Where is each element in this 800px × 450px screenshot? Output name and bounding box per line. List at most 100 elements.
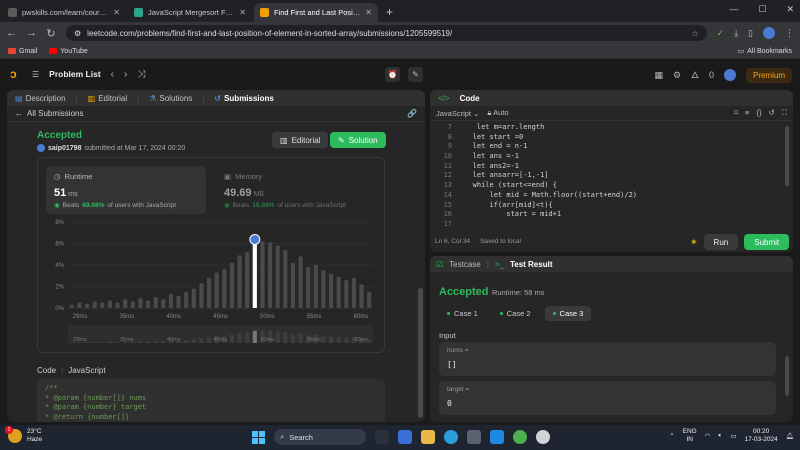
editorial-button[interactable]: ▥ Editorial (272, 132, 329, 148)
bar[interactable] (275, 245, 280, 308)
bar-highlight[interactable] (252, 243, 257, 309)
tab-description[interactable]: ▤ Description (15, 94, 66, 103)
bar[interactable] (245, 252, 250, 308)
bar[interactable] (161, 299, 166, 308)
bookmark-star-icon[interactable]: ☆ (691, 29, 698, 38)
list-icon[interactable]: ☰ (32, 70, 39, 79)
bar[interactable] (84, 303, 90, 308)
close-icon[interactable]: ✕ (113, 8, 120, 17)
bar[interactable] (367, 291, 372, 308)
runtime-card[interactable]: ◷ Runtime 51 ms ◉ Beats 69.08% of users with … (46, 166, 206, 214)
problem-list-link[interactable]: Problem List (49, 69, 100, 79)
download-icon[interactable]: ⤓ (734, 28, 738, 39)
tab-testcase[interactable]: Testcase (449, 260, 481, 269)
close-icon[interactable]: ✕ (239, 8, 246, 17)
extension-icon[interactable]: ✓ (717, 28, 725, 39)
tab-editorial[interactable]: ▥ Editorial (88, 94, 127, 103)
edge-icon[interactable] (444, 430, 458, 444)
close-icon[interactable]: ✕ (365, 8, 372, 17)
sidepanel-icon[interactable]: ▯ (748, 28, 753, 39)
wifi-icon[interactable]: ◠ (705, 432, 711, 440)
battery-icon[interactable]: ▭ (730, 432, 736, 440)
user-avatar[interactable] (723, 69, 736, 81)
back-arrow-icon[interactable]: ← (15, 109, 23, 118)
bar[interactable] (237, 255, 242, 308)
link-icon[interactable]: 🔗 (407, 109, 417, 118)
bar[interactable] (69, 304, 74, 308)
code-editor[interactable]: 7 let m=arr.length 8 let start =0 9 let en… (430, 123, 793, 231)
bar[interactable] (260, 241, 265, 308)
braces-icon[interactable]: {} (756, 108, 761, 118)
bar[interactable] (145, 300, 151, 308)
run-button[interactable]: Run (703, 234, 739, 250)
site-info-icon[interactable]: ⚙ (74, 29, 81, 38)
file-explorer-icon[interactable] (421, 430, 435, 444)
bar[interactable] (130, 301, 135, 308)
bar[interactable] (283, 249, 288, 308)
tab-test-result[interactable]: Test Result (510, 260, 553, 269)
runtime-distribution-chart[interactable]: 8% 6% 4% 2% 0% 29ms 35ms 40ms 45ms 50ms 55ms 60ms 29… (38, 216, 386, 352)
bar[interactable] (168, 294, 174, 308)
timer-icon[interactable]: ⏰ (385, 67, 400, 82)
avatar[interactable] (37, 144, 45, 152)
bookmark-gmail[interactable]: Gmail (8, 48, 37, 55)
code-line[interactable]: 10 let ans =-1 (430, 152, 793, 162)
notes-icon[interactable]: ✎ (408, 67, 423, 82)
format-icon[interactable]: ≡ (745, 108, 749, 118)
bar[interactable] (115, 302, 120, 308)
browser-tab-2[interactable]: JavaScript Mergesort Function ✕ (128, 3, 252, 22)
bar[interactable] (321, 270, 326, 308)
bar[interactable] (123, 299, 128, 308)
bar[interactable] (306, 267, 311, 308)
scrollbar[interactable] (418, 288, 423, 418)
case-tab-1[interactable]: Case 1 (439, 306, 486, 321)
browser-tab-1[interactable]: pwskills.com/learn/course/full-s ✕ (2, 3, 126, 22)
code-line[interactable]: 9 let end = n-1 (430, 142, 793, 152)
code-line[interactable]: 11 let ans2=-1 (430, 162, 793, 172)
scrollbar[interactable] (785, 356, 789, 396)
case-tab-2[interactable]: Case 2 (492, 306, 539, 321)
fire-icon[interactable]: 🜂 (691, 66, 699, 84)
bar[interactable] (206, 277, 212, 308)
memory-card[interactable]: ▣ Memory 49.69 MB ◉ Beats 18.98% of users wit… (216, 166, 376, 214)
shuffle-icon[interactable]: ⤨ (137, 69, 145, 80)
task-view-icon[interactable] (375, 430, 389, 444)
next-problem-icon[interactable]: › (124, 69, 127, 80)
tab-submissions[interactable]: ↺ Submissions (214, 94, 274, 103)
bar[interactable] (359, 284, 364, 308)
language-select[interactable]: JavaScript ⌄ (436, 109, 479, 118)
all-bookmarks[interactable]: ▭ All Bookmarks (738, 47, 792, 56)
profile-avatar[interactable] (763, 27, 775, 39)
chevron-up-icon[interactable]: ⌃ (669, 432, 674, 440)
tab-solutions[interactable]: ⚗ Solutions (149, 94, 192, 103)
bar[interactable] (328, 273, 334, 308)
store-icon[interactable] (467, 430, 481, 444)
url-field[interactable]: ⚙ leetcode.com/problems/find-first-and-l… (66, 25, 707, 41)
clock-app-icon[interactable] (536, 430, 550, 444)
bookmark-icon[interactable]: ⌑ (734, 108, 738, 118)
bar[interactable] (138, 298, 143, 308)
leetcode-logo-icon[interactable]: ↄ (10, 67, 22, 81)
prev-problem-icon[interactable]: ‹ (111, 69, 114, 80)
scrollbar[interactable] (785, 126, 789, 186)
bar[interactable] (290, 262, 296, 308)
bar[interactable] (222, 269, 227, 308)
layout-icon[interactable]: ▦ (655, 70, 664, 81)
code-line[interactable]: 17 (430, 220, 793, 230)
code-line[interactable]: 15 if(arr[mid]<t){ (430, 201, 793, 211)
premium-button[interactable]: Premium (745, 67, 792, 83)
bar[interactable] (191, 288, 196, 308)
language-indicator[interactable]: ENG IN (683, 428, 697, 444)
taskbar-search[interactable]: ⌕ Search (274, 429, 366, 445)
reload-icon[interactable]: ↻ (46, 27, 56, 40)
solution-button[interactable]: ✎ Solution (330, 132, 386, 148)
auto-mode-toggle[interactable]: 🔒︎ Auto (487, 108, 508, 118)
code-line[interactable]: 12 let ansarr=[-1,-1] (430, 171, 793, 181)
bar[interactable] (77, 302, 82, 308)
menu-icon[interactable]: ⋮ (785, 28, 794, 39)
bar[interactable] (199, 283, 204, 308)
new-tab-icon[interactable]: + (386, 5, 393, 19)
bar[interactable] (351, 277, 357, 308)
submit-button[interactable]: Submit (744, 234, 790, 250)
debug-icon[interactable]: ✶ (690, 237, 698, 248)
